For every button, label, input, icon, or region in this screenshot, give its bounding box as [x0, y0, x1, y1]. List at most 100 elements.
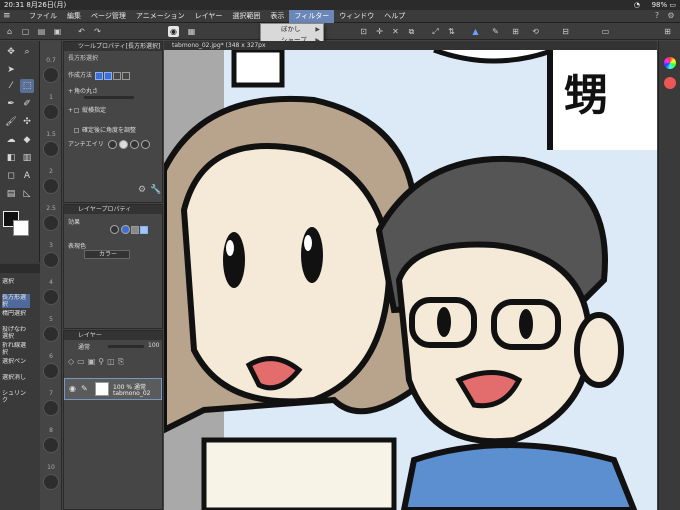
- zoom-icon[interactable]: ⌕: [20, 45, 34, 59]
- brush-size-value[interactable]: 0.7: [42, 57, 60, 64]
- brush-size-value[interactable]: 2.5: [42, 205, 60, 212]
- canvas-area[interactable]: tabmono_02.jpg* (348 x 327px 甥: [164, 41, 657, 510]
- brush-size-value[interactable]: 7: [42, 390, 60, 397]
- ruler-icon[interactable]: ⊞: [510, 26, 521, 37]
- subtract-selection-button[interactable]: [112, 71, 121, 80]
- text-tool-icon[interactable]: A: [20, 169, 34, 183]
- clear-icon[interactable]: ✕: [390, 26, 401, 37]
- selection-icon[interactable]: ⊡: [358, 26, 369, 37]
- open-icon[interactable]: ▤: [36, 26, 47, 37]
- brush-size-value[interactable]: 2: [42, 168, 60, 175]
- grid-icon[interactable]: ▦: [186, 26, 197, 37]
- redo-icon[interactable]: ↷: [92, 26, 103, 37]
- brush-size-dot[interactable]: [43, 178, 59, 194]
- ruler-tool-icon[interactable]: ◺: [20, 187, 34, 201]
- menu-item-3[interactable]: アニメーション: [131, 10, 190, 23]
- frame-icon[interactable]: ▭: [600, 26, 611, 37]
- sub-tool-item-7[interactable]: シュリンク: [2, 390, 30, 404]
- brush-size-value[interactable]: 4: [42, 279, 60, 286]
- gradient-tool-icon[interactable]: ▥: [20, 151, 34, 165]
- sub-tool-item-2[interactable]: 楕円選択: [2, 310, 30, 324]
- aspect-checkbox[interactable]: [74, 108, 79, 113]
- eyedropper-icon[interactable]: ⁄: [4, 79, 18, 93]
- brush-size-dot[interactable]: [43, 215, 59, 231]
- sub-tool-item-6[interactable]: 選択消し: [2, 374, 30, 388]
- color-set-icon[interactable]: [664, 77, 676, 89]
- layer-tool-icons[interactable]: ◇▭▣⚲◫⎘: [68, 357, 127, 367]
- new-selection-button[interactable]: [94, 71, 103, 80]
- sub-tool-item-0[interactable]: 選択: [2, 278, 30, 292]
- corner-round-slider[interactable]: [84, 96, 134, 99]
- menu-item-9[interactable]: ヘルプ: [379, 10, 410, 23]
- layer-property-tab[interactable]: レイヤープロパティ: [64, 205, 162, 214]
- help-icon[interactable]: ?: [652, 11, 662, 21]
- brush-size-dot[interactable]: [43, 141, 59, 157]
- pencil-tool-icon[interactable]: ✐: [20, 97, 34, 111]
- airbrush-tool-icon[interactable]: ✣: [20, 115, 34, 129]
- save-icon[interactable]: ▣: [52, 26, 63, 37]
- pen-tool-icon[interactable]: ✒: [4, 97, 18, 111]
- brush-size-dot[interactable]: [43, 289, 59, 305]
- menu-item-2[interactable]: ページ管理: [86, 10, 131, 23]
- menu-item-5[interactable]: 選択範囲: [227, 10, 265, 23]
- brush-size-value[interactable]: 10: [42, 464, 60, 471]
- sync-icon[interactable]: ⟲: [530, 26, 541, 37]
- watercolor-edge-button[interactable]: [140, 225, 148, 234]
- transform-icon[interactable]: ⤢: [430, 26, 441, 37]
- sub-tool-item-3[interactable]: 投げなわ選択: [2, 326, 30, 340]
- sub-tool-item-1[interactable]: 長方形選択: [2, 294, 30, 308]
- menu-icon[interactable]: ≡: [3, 12, 13, 21]
- intersect-selection-button[interactable]: [121, 71, 130, 80]
- flip-icon[interactable]: ⇅: [446, 26, 457, 37]
- brush-size-value[interactable]: 3: [42, 242, 60, 249]
- color-wheel-icon[interactable]: [664, 57, 676, 69]
- layer-color-button[interactable]: [131, 225, 139, 234]
- tool-property-tab[interactable]: ツールプロパティ[長方形選択]: [64, 42, 162, 51]
- blend-tool-icon[interactable]: ☁: [4, 133, 18, 147]
- brush-size-dot[interactable]: [43, 67, 59, 83]
- layout-icon[interactable]: ⊟: [560, 26, 571, 37]
- brush-size-dot[interactable]: [43, 104, 59, 120]
- filter-menu-item-0[interactable]: ぼかし ▶: [261, 24, 323, 35]
- layer-lock-icon[interactable]: ✎: [81, 384, 88, 393]
- brush-size-value[interactable]: 8: [42, 427, 60, 434]
- brush-size-dot[interactable]: [43, 474, 59, 490]
- panel-toggle-icon[interactable]: ⊞: [662, 26, 673, 37]
- menu-item-0[interactable]: ファイル: [24, 10, 62, 23]
- move-icon[interactable]: ✥: [4, 45, 18, 59]
- brush-size-dot[interactable]: [43, 363, 59, 379]
- menu-item-4[interactable]: レイヤー: [190, 10, 228, 23]
- brush-tool-icon[interactable]: 🖌: [4, 115, 18, 129]
- antialias-mid-option[interactable]: [129, 140, 139, 149]
- menu-item-7[interactable]: フィルター: [289, 10, 335, 23]
- brush-size-dot[interactable]: [43, 400, 59, 416]
- settings-icon[interactable]: ⚙: [666, 11, 676, 21]
- menu-item-6[interactable]: 表示: [265, 10, 289, 23]
- figure-tool-icon[interactable]: ◻: [4, 169, 18, 183]
- document-tab[interactable]: tabmono_02.jpg* (348 x 327px: [172, 41, 266, 50]
- pen-icon[interactable]: ✎: [490, 26, 501, 37]
- fill-tool-icon[interactable]: ◧: [4, 151, 18, 165]
- sub-tool-item-4[interactable]: 折れ線選択: [2, 342, 30, 356]
- frame-tool-icon[interactable]: ▤: [4, 187, 18, 201]
- tone-effect-button[interactable]: [121, 225, 130, 234]
- layer-visibility-icon[interactable]: ◉: [69, 384, 76, 393]
- eye-icon[interactable]: ◉: [168, 26, 179, 37]
- brush-size-value[interactable]: 5: [42, 316, 60, 323]
- layer-row[interactable]: ◉ ✎ 100 % 通常 tabmono_02: [64, 378, 162, 400]
- layer-opacity-slider[interactable]: [108, 345, 144, 348]
- blend-mode-select[interactable]: 通常: [78, 342, 90, 351]
- operation-icon[interactable]: ➤: [4, 63, 18, 77]
- brush-size-dot[interactable]: [43, 252, 59, 268]
- sub-color-swatch[interactable]: [13, 220, 29, 236]
- crop-icon[interactable]: ⧉: [406, 26, 417, 37]
- new-file-icon[interactable]: ▢: [20, 26, 31, 37]
- brush-size-value[interactable]: 1.5: [42, 131, 60, 138]
- add-selection-button[interactable]: [103, 71, 112, 80]
- brush-size-value[interactable]: 6: [42, 353, 60, 360]
- sub-tool-item-5[interactable]: 選択ペン: [2, 358, 30, 372]
- wrench-icon[interactable]: 🔧: [150, 185, 161, 195]
- expression-color-select[interactable]: カラー: [84, 250, 130, 259]
- brush-size-dot[interactable]: [43, 437, 59, 453]
- antialias-weak-option[interactable]: [118, 140, 128, 149]
